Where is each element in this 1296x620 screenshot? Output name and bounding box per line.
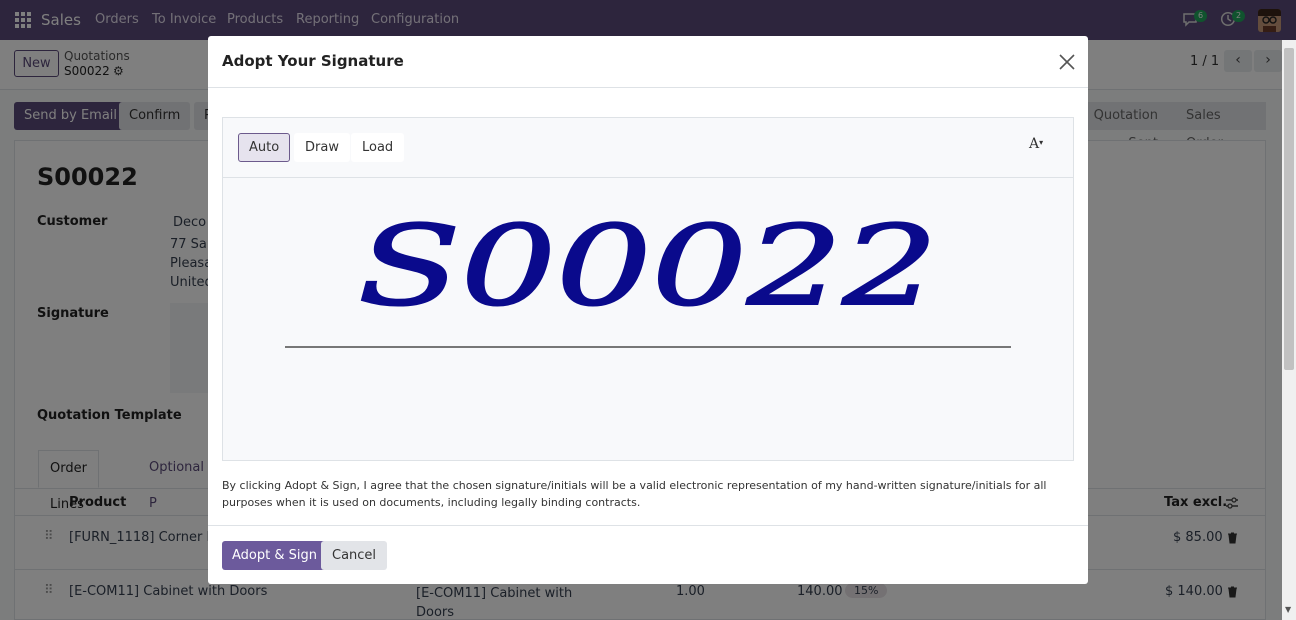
scroll-down-icon[interactable]: ▼ (1285, 605, 1291, 614)
adopt-and-sign-button[interactable]: Adopt & Sign (222, 541, 327, 570)
dialog-title: Adopt Your Signature (222, 52, 404, 70)
adopt-signature-dialog: Adopt Your Signature Auto Draw Load A▾ S… (208, 36, 1088, 584)
signature-baseline (285, 346, 1011, 348)
mode-load-button[interactable]: Load (351, 133, 405, 162)
dialog-header: Adopt Your Signature (208, 36, 1088, 88)
font-select-icon[interactable]: A▾ (1029, 136, 1043, 152)
dialog-footer: Adopt & Sign Cancel (208, 525, 1088, 584)
mode-draw-button[interactable]: Draw (294, 133, 350, 162)
close-icon[interactable] (1056, 51, 1078, 73)
scrollbar-thumb[interactable] (1284, 48, 1294, 370)
signature-text: S00022 (358, 202, 938, 330)
signature-pad[interactable]: Auto Draw Load A▾ S00022 (222, 117, 1074, 461)
legal-disclaimer: By clicking Adopt & Sign, I agree that t… (222, 479, 1047, 509)
signature-image: S00022 (357, 201, 939, 331)
signature-toolbar: Auto Draw Load A▾ (223, 118, 1073, 178)
cancel-button[interactable]: Cancel (321, 541, 388, 570)
mode-auto-button[interactable]: Auto (238, 133, 291, 162)
